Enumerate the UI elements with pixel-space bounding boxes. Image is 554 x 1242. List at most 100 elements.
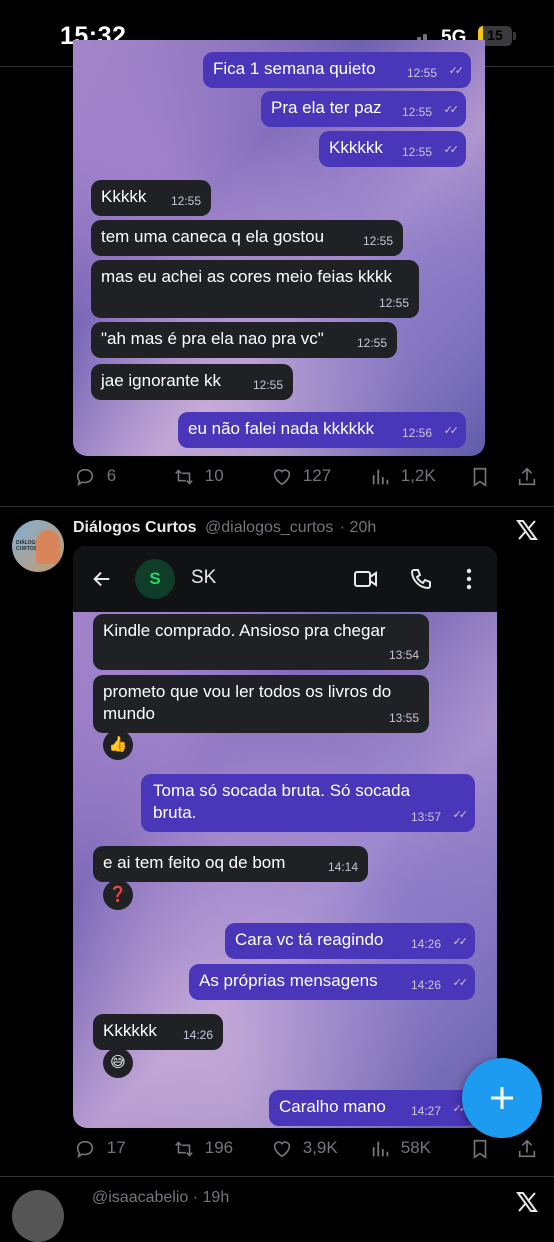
views-button[interactable]: 1,2K [370, 466, 436, 488]
compose-button[interactable] [462, 1058, 542, 1138]
reply-button[interactable]: 17 [74, 1138, 126, 1160]
views-icon [372, 1141, 389, 1157]
bookmark-button[interactable] [469, 466, 491, 493]
message-text: jae ignorante kk [101, 371, 222, 390]
message-text: Kkkkkk [103, 1021, 157, 1040]
message-text: mas eu achei as cores meio feias kkkk [101, 267, 393, 286]
like-count: 3,9K [302, 1138, 338, 1158]
question-reaction-icon[interactable]: ❓ [103, 880, 133, 910]
avatar[interactable]: DIÁLOGOS CURTOS [12, 520, 64, 572]
message-bubble: Kkkkkk 12:55 ✓✓ [319, 131, 466, 167]
message-bubble: e ai tem feito oq de bom 14:14 [93, 846, 368, 882]
phone-call-icon[interactable] [409, 567, 433, 596]
post1-chat-image[interactable]: Fica 1 semana quieto 12:55 ✓✓ Pra ela ter… [73, 40, 485, 456]
message-time: 13:54 [388, 648, 419, 662]
views-button[interactable]: 58K [370, 1138, 431, 1160]
bookmark-icon [473, 467, 487, 487]
message-bubble: jae ignorante kk 12:55 [91, 364, 293, 400]
message-bubble: eu não falei nada kkkkkk 12:56 ✓✓ [178, 412, 466, 448]
reply-button[interactable]: 6 [74, 466, 116, 488]
divider [0, 506, 554, 507]
message-time: 12:55 [401, 145, 432, 159]
message-time: 13:57 [410, 810, 441, 824]
share-button[interactable] [516, 1138, 538, 1165]
bookmark-button[interactable] [469, 1138, 491, 1165]
message-time: 12:55 [356, 336, 387, 350]
message-time: 12:55 [252, 378, 283, 392]
repost-button[interactable]: 196 [172, 1138, 233, 1160]
thumbs-up-reaction-icon[interactable]: 👍 [103, 730, 133, 760]
read-ticks-icon: ✓✓ [443, 425, 460, 437]
x-logo-icon[interactable] [514, 518, 540, 547]
message-time: 12:55 [401, 105, 432, 119]
message-bubble: Caralho mano 14:27 ✓✓ [269, 1090, 475, 1126]
message-text: As próprias mensagens [199, 971, 378, 990]
chat-header: S SK [73, 546, 497, 612]
author-handle[interactable]: @isaacabelio · 19h [92, 1189, 229, 1207]
message-time: 13:55 [388, 711, 419, 725]
share-icon [518, 467, 536, 486]
author-handle[interactable]: @dialogos_curtos [205, 519, 333, 536]
message-text: Pra ela ter paz [271, 98, 382, 117]
message-text: Cara vc tá reagindo [235, 930, 384, 949]
x-logo-icon[interactable] [514, 1190, 540, 1219]
contact-name[interactable]: SK [191, 567, 216, 589]
back-arrow-icon[interactable] [91, 568, 113, 595]
message-bubble: Fica 1 semana quieto 12:55 ✓✓ [203, 52, 471, 88]
message-time: 12:55 [362, 234, 393, 248]
message-time: 14:27 [410, 1104, 441, 1118]
avatar[interactable] [12, 1190, 64, 1242]
repost-icon [175, 1141, 193, 1157]
share-button[interactable] [516, 466, 538, 493]
message-bubble: prometo que vou ler todos os livros do m… [93, 675, 429, 733]
more-options-icon[interactable] [465, 567, 473, 596]
share-icon [518, 1139, 536, 1158]
like-button[interactable]: 127 [270, 466, 331, 488]
message-time: 12:56 [401, 426, 432, 440]
message-text: "ah mas é pra ela nao pra vc" [101, 329, 324, 348]
message-time: 12:55 [378, 296, 409, 310]
message-time: 12:55 [170, 194, 201, 208]
laughing-reaction-icon[interactable]: 😅 [103, 1048, 133, 1078]
contact-avatar[interactable]: S [135, 559, 175, 599]
read-ticks-icon: ✓✓ [443, 144, 460, 156]
read-ticks-icon: ✓✓ [452, 977, 469, 989]
message-text: Toma só socada bruta. Só socada bruta. [153, 781, 411, 822]
read-ticks-icon: ✓✓ [452, 809, 469, 821]
message-text: prometo que vou ler todos os livros do m… [103, 682, 392, 723]
like-button[interactable]: 3,9K [270, 1138, 338, 1160]
read-ticks-icon: ✓✓ [443, 104, 460, 116]
like-count: 127 [302, 466, 332, 486]
repost-button[interactable]: 10 [172, 466, 224, 488]
avatar-figure [36, 530, 60, 564]
message-time: 14:14 [327, 860, 358, 874]
message-time: 14:26 [182, 1028, 213, 1042]
message-time: 12:55 [406, 66, 437, 80]
reply-icon [76, 468, 94, 487]
repost-count: 196 [204, 1138, 234, 1158]
message-bubble: tem uma caneca q ela gostou 12:55 [91, 220, 403, 256]
message-bubble: As próprias mensagens 14:26 ✓✓ [189, 964, 475, 1000]
divider [0, 1176, 554, 1177]
message-text: Kkkkk [101, 187, 147, 206]
message-bubble: Toma só socada bruta. Só socada bruta. 1… [141, 774, 475, 832]
post-author-row: Diálogos Curtos @dialogos_curtos · 20h [73, 519, 376, 537]
post2-chat-image[interactable]: S SK Kindle comprado. Ansioso pra chegar… [73, 546, 497, 1128]
post-time[interactable]: · 20h [340, 519, 376, 536]
bookmark-icon [473, 1139, 487, 1159]
plus-icon [491, 1087, 513, 1109]
video-call-icon[interactable] [353, 567, 379, 596]
message-text: Caralho mano [279, 1097, 386, 1116]
message-time: 14:26 [410, 978, 441, 992]
reply-icon [76, 1140, 94, 1159]
repost-count: 10 [204, 466, 224, 486]
reply-count: 6 [106, 466, 117, 486]
message-text: eu não falei nada kkkkkk [188, 419, 375, 438]
author-name[interactable]: Diálogos Curtos [73, 519, 197, 536]
reply-count: 17 [106, 1138, 126, 1158]
message-bubble: Kkkkk 12:55 [91, 180, 211, 216]
message-text: Kindle comprado. Ansioso pra chegar [103, 621, 386, 640]
views-count: 58K [400, 1138, 431, 1158]
repost-icon [175, 469, 193, 485]
message-bubble: Pra ela ter paz 12:55 ✓✓ [261, 91, 466, 127]
